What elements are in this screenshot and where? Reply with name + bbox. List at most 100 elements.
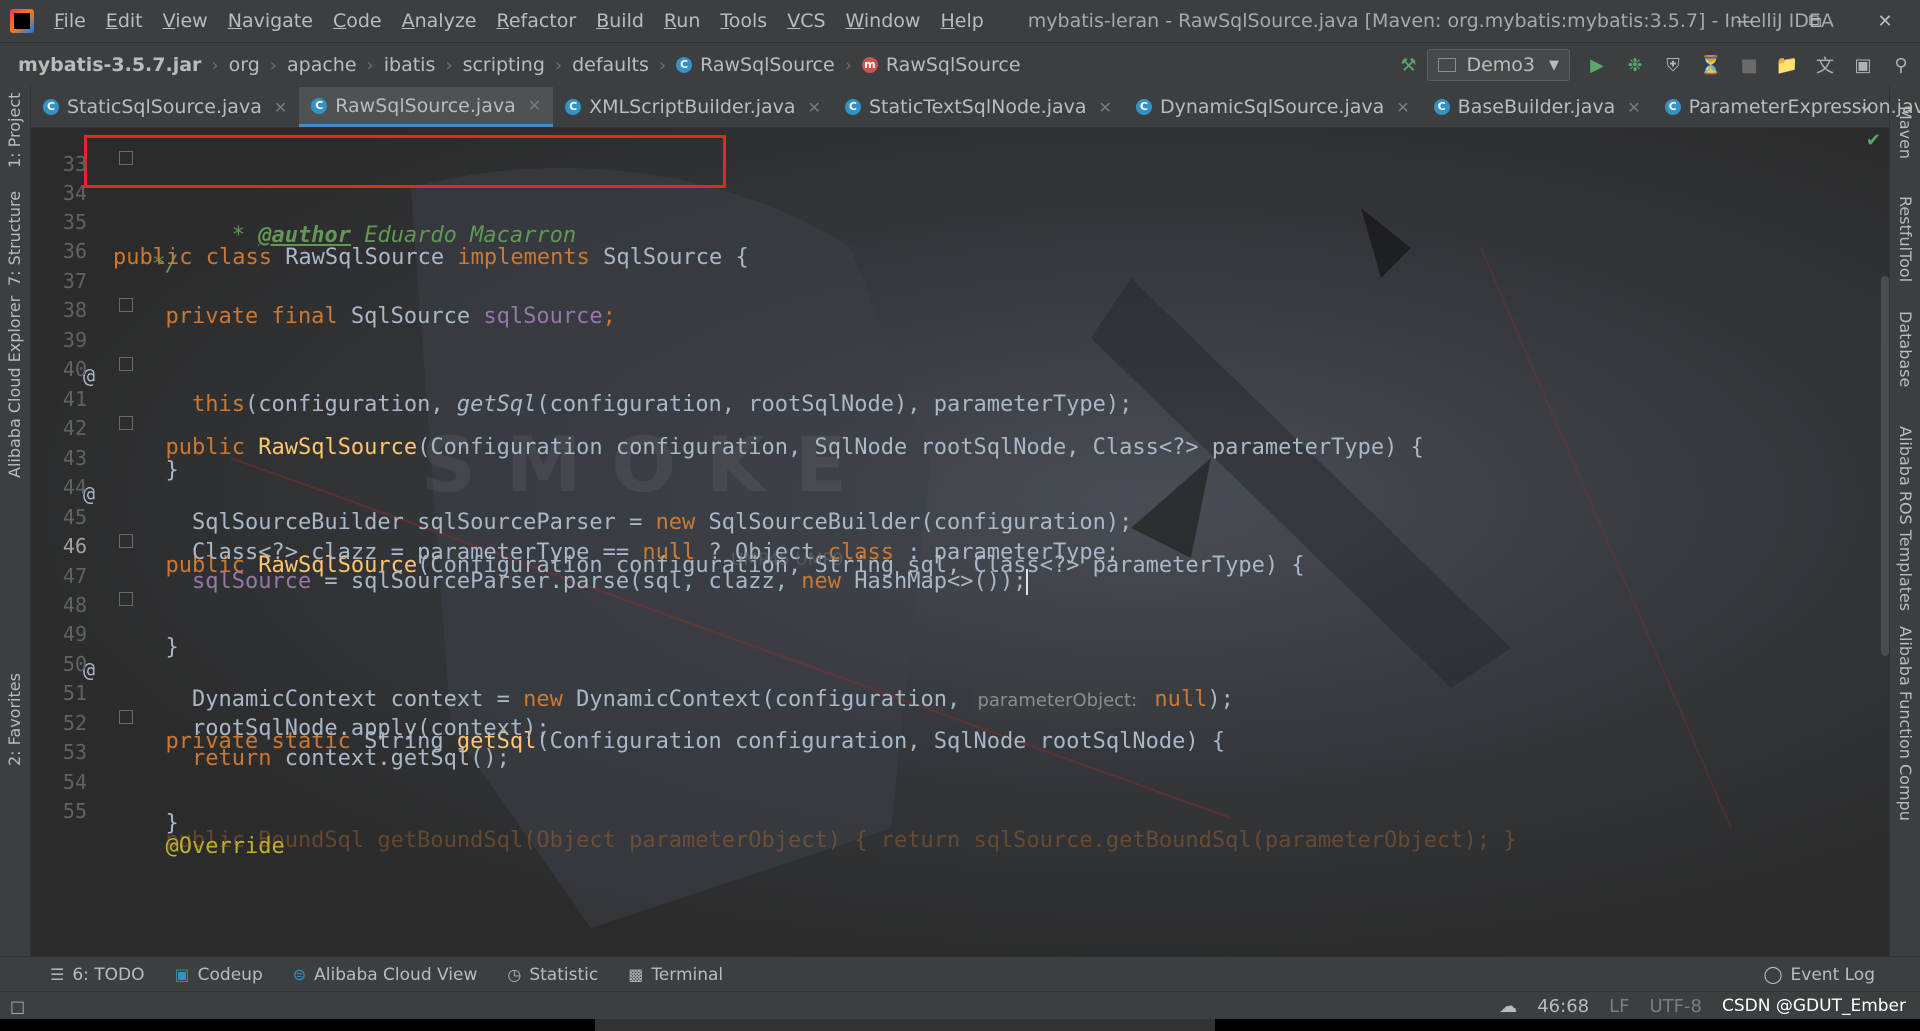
terminal-icon: ▩: [628, 965, 644, 984]
breadcrumb-jar[interactable]: mybatis-3.5.7.jar: [18, 54, 201, 76]
alibaba-function-compute-tab[interactable]: Alibaba Function Compu: [1896, 626, 1915, 821]
show-all-tabs-icon[interactable]: ⌄: [1858, 95, 1873, 116]
status-indicators: ☁ 46:68 LF UTF-8 CSDN @GDUT_Ember: [1479, 992, 1906, 1020]
fold-icon[interactable]: [119, 151, 133, 165]
terminal-tool-label: Terminal: [651, 964, 724, 985]
chevron-right-icon: ›: [554, 54, 563, 76]
inspection-ok-icon[interactable]: ✔: [1866, 130, 1881, 151]
editor-tab-bar: C StaticSqlSource.java ✕ C RawSqlSource.…: [31, 87, 1920, 128]
breadcrumb-org[interactable]: org: [229, 54, 260, 76]
codeup-tool-button[interactable]: ▣ Codeup: [175, 965, 263, 985]
menu-code[interactable]: Code: [333, 10, 382, 32]
close-tab-icon[interactable]: ✕: [274, 98, 287, 117]
file-encoding[interactable]: UTF-8: [1650, 996, 1702, 1017]
close-tab-icon[interactable]: ✕: [528, 96, 541, 115]
tab-rawsqlsource[interactable]: C RawSqlSource.java ✕: [299, 87, 554, 127]
fold-icon[interactable]: [119, 298, 133, 312]
event-log-button[interactable]: ◯ Event Log: [1764, 957, 1876, 992]
tab-label: StaticTextSqlNode.java: [868, 96, 1087, 118]
tab-xmlscriptbuilder[interactable]: C XMLScriptBuilder.java ✕: [553, 87, 833, 127]
restful-tool-tab[interactable]: RestfulTool: [1896, 196, 1915, 282]
menu-navigate[interactable]: Navigate: [228, 10, 313, 32]
run-icon[interactable]: ▶: [1578, 55, 1616, 76]
menu-refactor[interactable]: Refactor: [496, 10, 576, 32]
line-separator[interactable]: LF: [1609, 996, 1629, 1017]
menu-analyze[interactable]: Analyze: [402, 10, 477, 32]
breadcrumb-member[interactable]: m RawSqlSource: [861, 54, 1021, 76]
fold-icon[interactable]: [119, 416, 133, 430]
cloud-sync-icon[interactable]: ☁: [1499, 996, 1517, 1017]
run-configuration-select[interactable]: Demo3 ▼: [1427, 49, 1570, 81]
minimize-icon[interactable]: —: [1710, 0, 1780, 42]
terminal-window-icon[interactable]: ▣: [1844, 55, 1882, 76]
close-tab-icon[interactable]: ✕: [1099, 98, 1112, 117]
bottom-tool-window-bar: ☰ 6: TODO ▣ Codeup ⊜ Alibaba Cloud View …: [0, 956, 1920, 992]
breadcrumb-class[interactable]: C RawSqlSource: [676, 54, 835, 76]
breadcrumb-apache[interactable]: apache: [287, 54, 357, 76]
tab-label: StaticSqlSource.java: [67, 96, 262, 118]
list-icon: ☰: [50, 965, 65, 984]
coverage-icon[interactable]: ⛨: [1654, 55, 1692, 76]
build-hammer-icon[interactable]: ⚒: [1389, 55, 1427, 76]
class-icon: C: [43, 99, 59, 115]
tab-parameterexpression[interactable]: C ParameterExpression.java ✕: [1653, 87, 1920, 127]
menu-window[interactable]: Window: [846, 10, 921, 32]
restore-icon[interactable]: ⧉: [1780, 0, 1850, 42]
breadcrumb-defaults[interactable]: defaults: [572, 54, 649, 76]
project-tool-tab[interactable]: 1: Project: [5, 88, 24, 168]
class-icon: C: [844, 99, 861, 115]
database-tool-tab[interactable]: Database: [1896, 311, 1915, 387]
editor-scrollbar[interactable]: [1881, 276, 1889, 656]
menu-run[interactable]: Run: [664, 10, 700, 32]
fold-icon[interactable]: [119, 534, 133, 548]
statistic-tool-button[interactable]: ◷ Statistic: [507, 965, 598, 985]
tab-basebuilder[interactable]: C BaseBuilder.java ✕: [1422, 87, 1653, 127]
menu-edit[interactable]: Edit: [106, 10, 143, 32]
codeup-tool-label: Codeup: [197, 964, 263, 985]
alibaba-ros-templates-tab[interactable]: Alibaba ROS Templates: [1896, 426, 1915, 611]
terminal-tool-button[interactable]: ▩ Terminal: [628, 965, 723, 985]
fold-icon[interactable]: [119, 357, 133, 371]
tab-staticsqlsource[interactable]: C StaticSqlSource.java ✕: [31, 87, 299, 127]
menu-build[interactable]: Build: [596, 10, 644, 32]
class-icon: C: [1433, 99, 1450, 115]
alibaba-cloud-view-button[interactable]: ⊜ Alibaba Cloud View: [293, 965, 478, 985]
navigation-bar: mybatis-3.5.7.jar › org › apache › ibati…: [0, 42, 1920, 88]
intellij-logo-icon[interactable]: [10, 9, 34, 33]
caret-position[interactable]: 46:68: [1537, 996, 1589, 1017]
title-bar: File Edit View Navigate Code Analyze Ref…: [0, 0, 1920, 42]
class-icon: C: [1135, 99, 1152, 115]
menu-view[interactable]: View: [163, 10, 208, 32]
search-icon[interactable]: ⚲: [1882, 55, 1920, 76]
menu-vcs[interactable]: VCS: [787, 10, 825, 32]
fold-icon[interactable]: [119, 592, 133, 606]
todo-tool-button[interactable]: ☰ 6: TODO: [50, 965, 145, 985]
breadcrumb-ibatis[interactable]: ibatis: [384, 54, 436, 76]
close-tab-icon[interactable]: ✕: [1627, 98, 1640, 117]
tool-windows-toggle-icon[interactable]: □: [10, 997, 25, 1016]
tab-dynamicsqlsource[interactable]: C DynamicSqlSource.java ✕: [1124, 87, 1422, 127]
favorites-tool-tab[interactable]: 2: Favorites: [5, 673, 24, 766]
project-structure-icon[interactable]: 📁: [1768, 55, 1806, 76]
chevron-right-icon: ›: [445, 54, 453, 76]
translate-icon[interactable]: 文: [1806, 52, 1844, 78]
breadcrumb-scripting[interactable]: scripting: [463, 54, 545, 76]
alibaba-cloud-explorer-tab[interactable]: Alibaba Cloud Explorer: [5, 296, 24, 478]
code-editor[interactable]: SMOKE 33 * @author Eduardo Macarron 34 *…: [31, 128, 1889, 956]
structure-tool-tab[interactable]: 7: Structure: [5, 191, 24, 286]
close-icon[interactable]: ✕: [1850, 0, 1920, 42]
menu-tools[interactable]: Tools: [720, 10, 767, 32]
profile-icon[interactable]: ⏳: [1692, 55, 1730, 76]
chevron-right-icon: ›: [269, 54, 277, 76]
nav-toolbar: ⚒ Demo3 ▼ ▶ ❉ ⛨ ⏳ ■ 📁 文 ▣ ⚲: [1389, 43, 1920, 87]
tab-statictextsqlnode[interactable]: C StaticTextSqlNode.java ✕: [833, 87, 1124, 127]
menu-help[interactable]: Help: [940, 10, 983, 32]
stop-icon[interactable]: ■: [1730, 55, 1768, 76]
debug-icon[interactable]: ❉: [1616, 55, 1654, 76]
menu-file[interactable]: File: [54, 10, 86, 32]
close-tab-icon[interactable]: ✕: [1396, 98, 1409, 117]
alibaba-cloud-view-label: Alibaba Cloud View: [314, 964, 478, 985]
statistic-icon: ◷: [507, 965, 522, 984]
close-tab-icon[interactable]: ✕: [808, 98, 821, 117]
fold-icon[interactable]: [119, 710, 133, 724]
